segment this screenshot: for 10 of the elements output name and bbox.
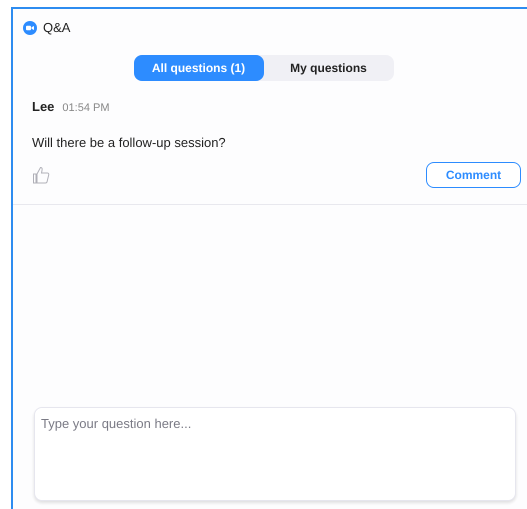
comment-button[interactable]: Comment bbox=[426, 162, 521, 188]
thumbs-up-icon[interactable] bbox=[32, 166, 50, 184]
author-name: Lee bbox=[32, 98, 54, 116]
camera-logo-icon bbox=[23, 21, 37, 35]
tab[interactable]: All questions (1) bbox=[134, 55, 264, 81]
window-title: Q&A bbox=[43, 19, 70, 38]
timestamp: 01:54 PM bbox=[62, 101, 110, 116]
question-input[interactable]: Type your question here... bbox=[34, 407, 516, 501]
tab[interactable]: My questions bbox=[264, 55, 394, 81]
question-text: Will there be a follow-up session? bbox=[32, 134, 227, 152]
